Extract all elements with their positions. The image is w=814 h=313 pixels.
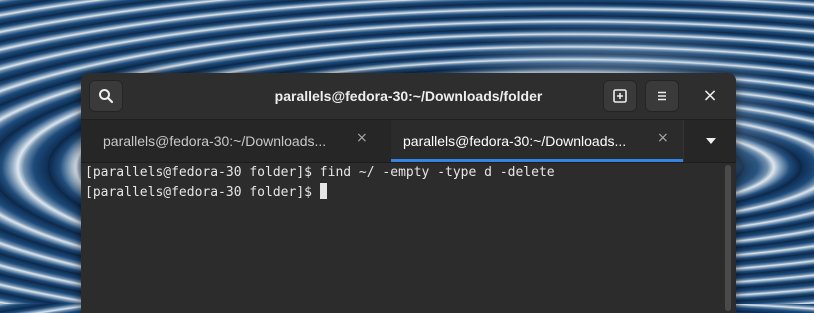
tab-bar: parallels@fedora-30:~/Downloads... × par… [81,120,736,163]
terminal-window: parallels@fedora-30:~/Downloads/folder ×… [81,73,736,313]
search-icon [99,89,114,104]
header-bar: parallels@fedora-30:~/Downloads/folder × [81,73,736,120]
tab-1-label: parallels@fedora-30:~/Downloads... [103,133,327,149]
hamburger-menu-icon [658,91,666,101]
chevron-down-icon [706,138,716,144]
terminal-line-1: [parallels@fedora-30 folder]$ find ~/ -e… [85,165,555,180]
tab-1-close-icon[interactable]: × [356,130,368,146]
new-tab-icon [613,89,627,103]
menu-button[interactable] [645,80,679,112]
tabs-dropdown-button[interactable] [683,120,736,162]
terminal-line-2: [parallels@fedora-30 folder]$ [85,185,320,200]
window-title: parallels@fedora-30:~/Downloads/folder [274,88,543,104]
tab-2-close-icon[interactable]: × [657,130,669,146]
search-button[interactable] [89,80,123,112]
text-cursor [319,183,327,199]
tab-1[interactable]: parallels@fedora-30:~/Downloads... × [81,120,391,162]
new-tab-button[interactable] [603,80,637,112]
scrollbar[interactable] [725,165,731,311]
tab-2-label: parallels@fedora-30:~/Downloads... [403,133,627,149]
close-window-button[interactable]: × [697,83,723,109]
terminal-output[interactable]: [parallels@fedora-30 folder]$ find ~/ -e… [81,163,736,313]
tab-2[interactable]: parallels@fedora-30:~/Downloads... × [391,120,683,162]
